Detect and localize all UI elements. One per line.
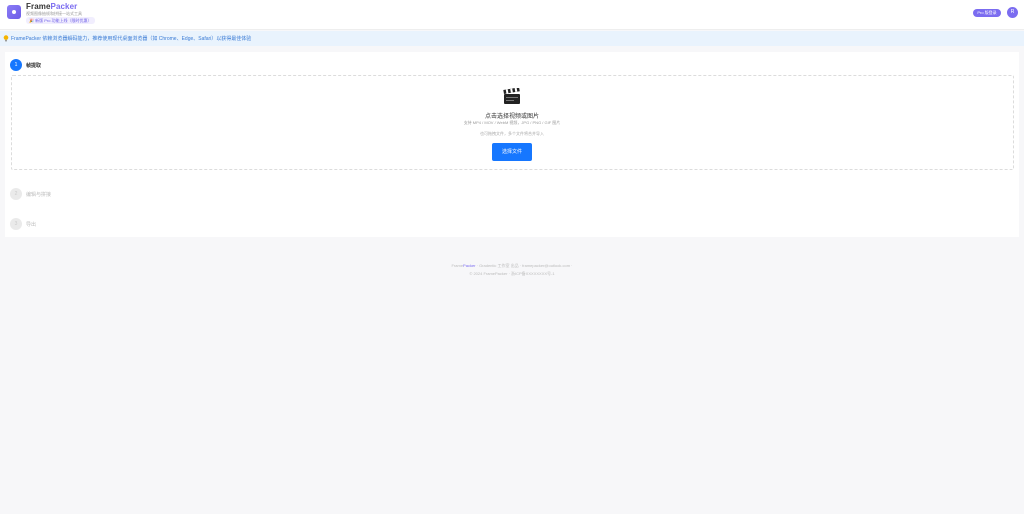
pro-login-button[interactable]: Pro 版登录 bbox=[973, 9, 1001, 17]
step-2-number: 2 bbox=[10, 188, 22, 200]
upload-formats: 支持 MP4 / MOV / WebM 视频，JPG / PNG / GIF 图… bbox=[463, 120, 561, 125]
brand-name[interactable]: FramePacker bbox=[26, 2, 77, 11]
step-2-title[interactable]: 编辑与拼接 bbox=[26, 191, 51, 198]
footer-brand-accent: Packer bbox=[463, 263, 476, 268]
step-3-title[interactable]: 导出 bbox=[26, 221, 36, 228]
upload-hint: 也可拖拽文件，多个文件将合并导入 bbox=[480, 131, 544, 136]
footer-credits: FramePacker · Gradentic 工作室 出品 · framepa… bbox=[312, 263, 712, 269]
step-3-number: 3 bbox=[10, 218, 22, 230]
lightbulb-icon bbox=[3, 35, 9, 42]
choose-file-button[interactable]: 选择文件 bbox=[492, 143, 532, 161]
step-1-title[interactable]: 帧提取 bbox=[26, 62, 41, 69]
app-header: FramePacker 视频图像抽帧和拼接一站式工具 🎉 新版 Pro 功能上线… bbox=[0, 0, 1024, 30]
notice-text: FramePacker 依赖浏览器解码能力，推荐使用现代桌面浏览器（如 Chro… bbox=[11, 36, 252, 42]
avatar[interactable]: R bbox=[1007, 7, 1018, 18]
footer-credits-text[interactable]: · Gradentic 工作室 出品 · framepacker@outlook… bbox=[477, 263, 573, 268]
browser-notice-bar: FramePacker 依赖浏览器解码能力，推荐使用现代桌面浏览器（如 Chro… bbox=[0, 31, 1024, 46]
brand-accent: Packer bbox=[50, 2, 78, 11]
brand-main: Frame bbox=[26, 2, 51, 11]
promo-badge[interactable]: 🎉 新版 Pro 功能上线（限时优惠） bbox=[26, 17, 95, 24]
footer-brand-main: Frame bbox=[451, 263, 464, 268]
clapperboard-icon bbox=[503, 88, 520, 104]
step-1-number: 1 bbox=[10, 59, 22, 71]
footer-copyright[interactable]: © 2024 FramePacker · 浙ICP备XXXXXXXX号-1 bbox=[312, 271, 712, 277]
upload-title: 点击选择视频或图片 bbox=[484, 114, 539, 120]
app-logo[interactable] bbox=[7, 5, 21, 19]
